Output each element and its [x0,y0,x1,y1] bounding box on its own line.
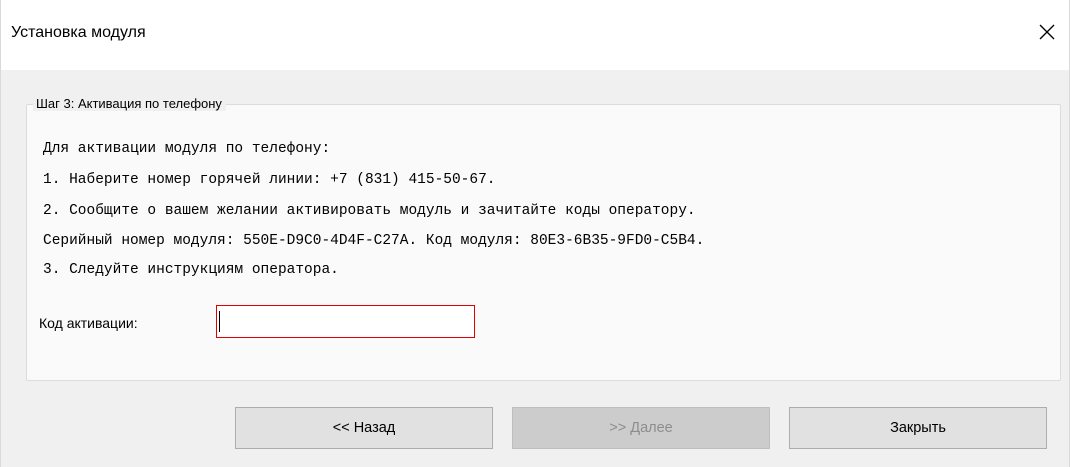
text-caret [219,311,220,332]
step-legend: Шаг 3: Активация по телефону [33,96,226,111]
instruction-line: 3. Следуйте инструкциям оператора. [43,262,339,278]
close-dialog-button[interactable]: Закрыть [789,407,1047,449]
dialog-window: Установка модуля Шаг 3: Активация по тел… [0,0,1070,467]
window-title: Установка модуля [11,24,146,41]
activation-code-input[interactable] [216,305,475,338]
next-button[interactable]: >> Далее [512,407,770,449]
close-icon [1039,24,1055,40]
step-groupbox: Шаг 3: Активация по телефону Для активац… [26,96,1061,381]
instruction-line: 2. Сообщите о вашем желании активировать… [43,203,696,219]
activation-code-label: Код активации: [39,315,138,331]
instruction-line: Серийный номер модуля: 550E-D9C0-4D4F-C2… [43,233,705,249]
back-button[interactable]: << Назад [235,407,493,449]
instruction-line: 1. Наберите номер горячей линии: +7 (831… [43,172,496,188]
close-button[interactable] [1031,16,1063,48]
instruction-line: Для активации модуля по телефону: [43,141,331,157]
title-bar: Установка модуля [1,0,1069,70]
